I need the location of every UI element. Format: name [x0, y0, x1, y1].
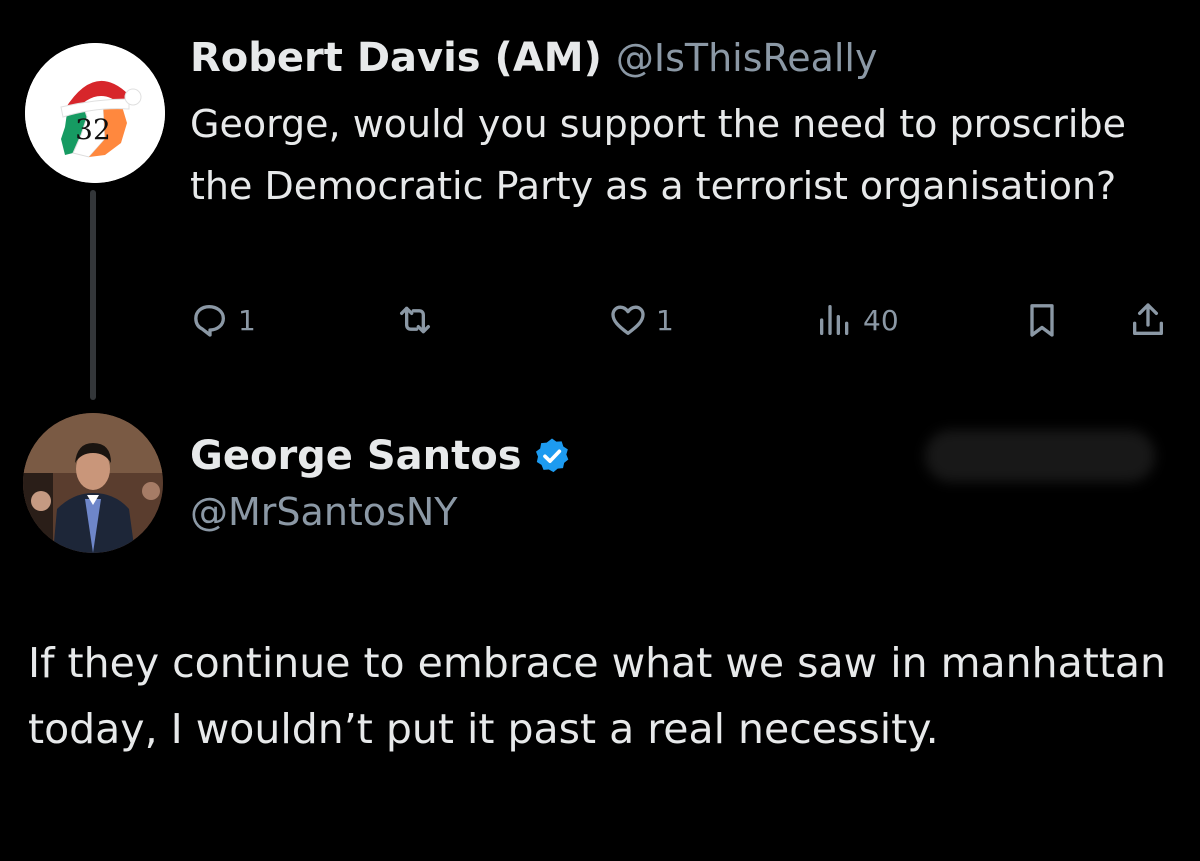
main-author-name[interactable]: George Santos — [190, 430, 522, 482]
bookmark-icon — [1030, 304, 1054, 337]
reply-author-avatar[interactable]: 32 — [25, 43, 165, 183]
verified-badge-icon — [535, 438, 568, 473]
svg-text:32: 32 — [75, 113, 111, 146]
share-icon — [1133, 303, 1163, 335]
ireland-map-santa-hat-icon: 32 — [25, 43, 165, 183]
reply-author-name[interactable]: Robert Davis (AM) — [190, 35, 602, 81]
views-button[interactable]: 40 — [815, 298, 899, 342]
reply-author-handle[interactable]: @IsThisReally — [616, 36, 878, 80]
views-count: 40 — [863, 303, 899, 337]
like-button[interactable]: 1 — [608, 298, 674, 342]
follow-button-blurred[interactable] — [925, 430, 1155, 482]
reply-text: George, would you support the need to pr… — [190, 102, 1126, 208]
retweet-button[interactable] — [395, 298, 443, 342]
reply-author-row: Robert Davis (AM) @IsThisReally — [190, 33, 877, 83]
thread-connector-line — [90, 190, 96, 400]
like-icon — [611, 305, 645, 335]
reply-icon — [194, 305, 225, 337]
share-button[interactable] — [1128, 298, 1168, 342]
reply-count: 1 — [238, 303, 256, 337]
main-author-avatar[interactable] — [23, 413, 163, 553]
retweet-icon — [400, 306, 430, 334]
main-tweet-text: If they continue to embrace what we saw … — [28, 639, 1167, 753]
bookmark-button[interactable] — [1022, 298, 1062, 342]
reply-button[interactable]: 1 — [190, 298, 256, 342]
like-count: 1 — [656, 303, 674, 337]
main-author-row: George Santos — [190, 430, 572, 482]
profile-photo-icon — [23, 413, 163, 553]
views-icon — [820, 305, 849, 335]
main-author-handle[interactable]: @MrSantosNY — [190, 490, 457, 534]
